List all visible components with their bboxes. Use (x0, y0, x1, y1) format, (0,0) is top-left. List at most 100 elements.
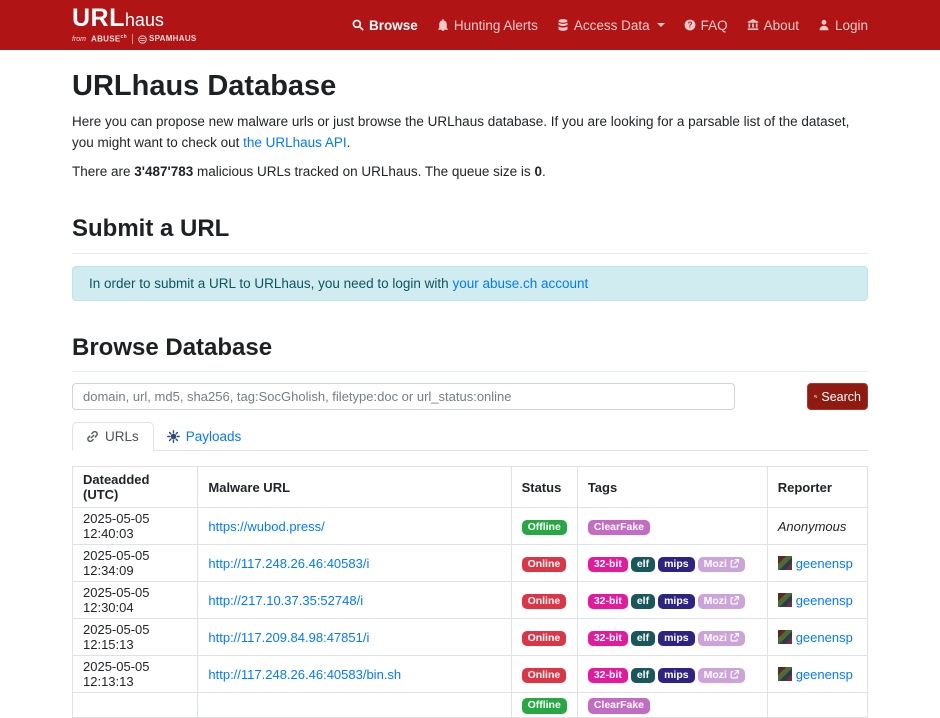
abusech-account-link[interactable]: your abuse.ch account (452, 276, 588, 291)
link-icon (86, 430, 99, 443)
tag-badge[interactable]: ClearFake (588, 520, 650, 536)
page-title: URLhaus Database (72, 71, 868, 103)
tag-badge[interactable]: 32-bit (588, 594, 628, 610)
search-icon (352, 19, 364, 31)
tag-badge[interactable]: elf (631, 594, 655, 610)
external-link-icon (730, 559, 739, 568)
queue-size-count: 0 (534, 164, 542, 179)
reporter-avatar (778, 667, 792, 681)
header-tags: Tags (577, 467, 767, 508)
cell-status: Online (511, 619, 577, 656)
stats-mid: malicious URLs tracked on URLhaus. The q… (193, 164, 534, 179)
tag-badge[interactable]: ClearFake (588, 698, 650, 714)
cell-malware-url: http://117.248.26.46:40583/bin.sh (198, 656, 511, 693)
nav-item-access-data[interactable]: Access Data (557, 18, 665, 33)
url-table: Dateadded (UTC) Malware URL Status Tags … (72, 466, 868, 718)
tab-urls-label: URLs (105, 429, 139, 444)
status-badge: Offline (522, 520, 567, 536)
cell-tags: 32-bitelfmipsMozi (577, 582, 767, 619)
search-button[interactable]: Search (807, 383, 868, 410)
url-table-body: 2025-05-05 12:40:03https://wubod.press/O… (73, 508, 868, 718)
status-badge: Online (522, 594, 567, 610)
cell-tags: 32-bitelfmipsMozi (577, 656, 767, 693)
cell-reporter: geenensp (767, 545, 867, 582)
tag-badge[interactable]: mips (658, 631, 695, 647)
cell-dateadded: 2025-05-05 12:15:13 (73, 619, 198, 656)
cell-status: Online (511, 545, 577, 582)
intro-text: Here you can propose new malware urls or… (72, 112, 868, 154)
urlhaus-logo[interactable]: URLhaus from ABUSEch SPAMHAUS (72, 6, 197, 44)
malware-url-link[interactable]: http://117.248.26.46:40583/i (208, 556, 369, 571)
result-tabs: URLs Payloads (72, 422, 868, 451)
tab-payloads[interactable]: Payloads (154, 422, 256, 451)
malware-url-link[interactable]: http://117.248.26.46:40583/bin.sh (208, 667, 401, 682)
search-input[interactable] (72, 383, 735, 410)
cell-dateadded: 2025-05-05 12:13:13 (73, 656, 198, 693)
cell-reporter (767, 693, 867, 718)
intro-text-post: . (347, 135, 351, 150)
submit-url-heading: Submit a URL (72, 215, 868, 244)
cell-dateadded: 2025-05-05 12:34:09 (73, 545, 198, 582)
tag-badge[interactable]: mips (658, 668, 695, 684)
cell-tags: 32-bitelfmipsMozi (577, 619, 767, 656)
reporter-link[interactable]: geenensp (796, 667, 853, 682)
status-badge: Online (522, 668, 567, 684)
nav-item-faq[interactable]: ? FAQ (684, 18, 728, 33)
nav-item-hunting-alerts[interactable]: Hunting Alerts (437, 18, 538, 33)
malware-url-link[interactable]: http://217.10.37.35:52748/i (208, 593, 363, 608)
table-row: OfflineClearFake (73, 693, 868, 718)
header-malware-url: Malware URL (198, 467, 511, 508)
logo-divider (132, 34, 133, 44)
nav-item-browse[interactable]: Browse (352, 18, 418, 33)
tag-badge[interactable]: mips (658, 594, 695, 610)
landmark-icon (747, 19, 759, 31)
search-bar: Search (72, 383, 868, 410)
tag-badge[interactable]: elf (631, 668, 655, 684)
tag-badge[interactable]: 32-bit (588, 631, 628, 647)
tag-badge[interactable]: 32-bit (588, 557, 628, 573)
cell-malware-url: https://wubod.press/ (198, 508, 511, 545)
cell-reporter: Anonymous (767, 508, 867, 545)
logo-abusech-text: ABUSEch (91, 35, 127, 44)
navbar: URLhaus from ABUSEch SPAMHAUS Browse Hun… (0, 0, 940, 50)
cell-dateadded: 2025-05-05 12:30:04 (73, 582, 198, 619)
alert-text: In order to submit a URL to URLhaus, you… (89, 276, 452, 291)
tag-badge[interactable]: Mozi (698, 631, 745, 647)
nav-item-login[interactable]: Login (818, 18, 868, 33)
status-badge: Online (522, 631, 567, 647)
database-icon (557, 19, 569, 31)
spamhaus-roundel-icon (138, 35, 147, 44)
nav-item-about[interactable]: About (747, 18, 799, 33)
tag-badge[interactable]: Mozi (698, 594, 745, 610)
cell-malware-url (198, 693, 511, 718)
malware-url-link[interactable]: http://117.209.84.98:47851/i (208, 630, 369, 645)
malware-url-link[interactable]: https://wubod.press/ (208, 519, 324, 534)
urlhaus-api-link[interactable]: the URLhaus API (243, 135, 347, 150)
cell-malware-url: http://117.209.84.98:47851/i (198, 619, 511, 656)
chevron-down-icon (657, 23, 665, 27)
tag-badge[interactable]: Mozi (698, 668, 745, 684)
tag-badge[interactable]: Mozi (698, 557, 745, 573)
tag-badge[interactable]: mips (658, 557, 695, 573)
stats-pre: There are (72, 164, 134, 179)
reporter-link[interactable]: geenensp (796, 556, 853, 571)
stats-post: . (542, 164, 546, 179)
header-reporter: Reporter (767, 467, 867, 508)
tag-badge[interactable]: elf (631, 557, 655, 573)
tab-urls[interactable]: URLs (72, 422, 154, 451)
tag-badge[interactable]: elf (631, 631, 655, 647)
reporter-link[interactable]: geenensp (796, 630, 853, 645)
logo-haus-text: haus (125, 11, 164, 29)
svg-text:?: ? (687, 21, 692, 30)
user-icon (818, 19, 830, 31)
reporter-link[interactable]: geenensp (796, 593, 853, 608)
tag-badge[interactable]: 32-bit (588, 668, 628, 684)
table-header-row: Dateadded (UTC) Malware URL Status Tags … (73, 467, 868, 508)
cell-reporter: geenensp (767, 582, 867, 619)
logo-wordmark: URLhaus (72, 6, 197, 31)
cell-tags: ClearFake (577, 693, 767, 718)
search-button-label: Search (821, 390, 861, 404)
reporter-avatar (778, 630, 792, 644)
cell-status: Online (511, 656, 577, 693)
cell-reporter: geenensp (767, 656, 867, 693)
